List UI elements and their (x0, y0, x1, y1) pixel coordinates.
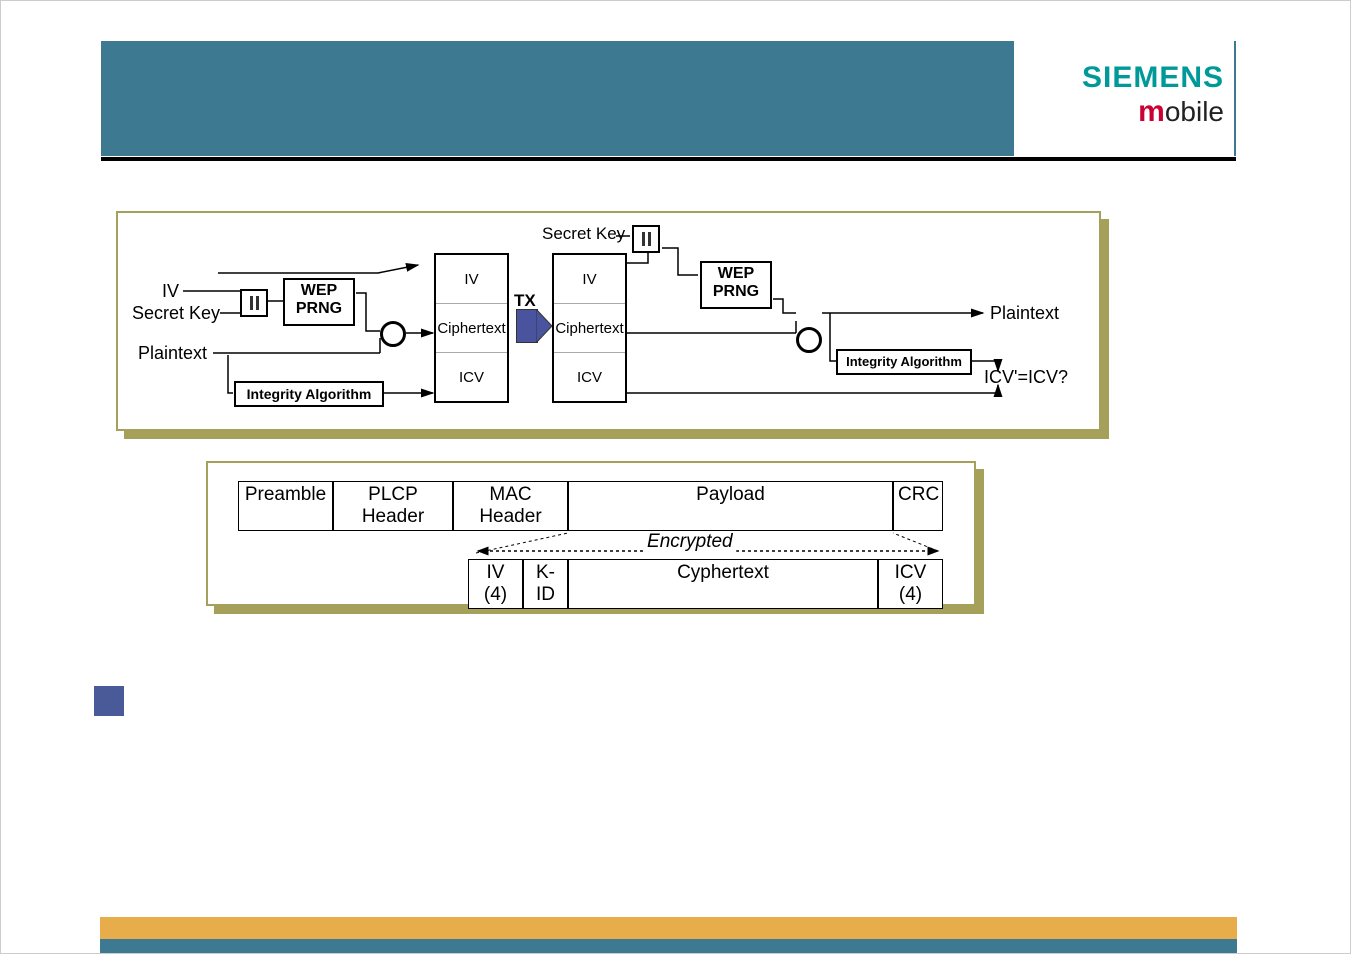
cell-iv4: IV (4) (468, 559, 523, 609)
tx-arrow-box (516, 309, 538, 343)
col-cipher-left: Ciphertext (436, 304, 507, 353)
logo-siemens: SIEMENS (1014, 61, 1224, 95)
integrity-algorithm-right: Integrity Algorithm (836, 349, 972, 375)
cell-icv4: ICV (4) (878, 559, 943, 609)
col-cipher-right: Ciphertext (554, 304, 625, 353)
bullet-square-icon (94, 686, 124, 716)
wep-diagram: IV Secret Key Plaintext WEP PRNG Integri… (116, 211, 1101, 431)
encrypted-arrows (238, 531, 948, 559)
cell-cyphertext: Cyphertext (568, 559, 878, 609)
concat-box-left (240, 289, 268, 317)
label-icv-eq: ICV'=ICV? (984, 367, 1068, 388)
cell-payload: Payload (568, 481, 893, 531)
packet-col-left: IV Ciphertext ICV (434, 253, 509, 403)
col-iv-left: IV (436, 255, 507, 304)
cell-mac: MAC Header (453, 481, 568, 531)
cell-plcp: PLCP Header (333, 481, 453, 531)
label-plaintext-left: Plaintext (138, 343, 207, 364)
cell-crc: CRC (893, 481, 943, 531)
label-secretkey-right: Secret Key (542, 224, 625, 244)
col-icv-right: ICV (554, 353, 625, 401)
xor-right (796, 327, 822, 353)
xor-left (380, 321, 406, 347)
logo-m: m (1138, 95, 1165, 128)
logo-mobile: mobile (1014, 95, 1224, 129)
logo-area: SIEMENS mobile (1014, 41, 1234, 156)
wep-prng-left: WEP PRNG (283, 278, 355, 326)
col-iv-right: IV (554, 255, 625, 304)
integrity-algorithm-left: Integrity Algorithm (234, 381, 384, 407)
label-encrypted: Encrypted (643, 531, 737, 553)
logo-obile: obile (1165, 96, 1224, 127)
tx-label: TX (514, 291, 536, 311)
cell-preamble: Preamble (238, 481, 333, 531)
cell-kid: K-ID (523, 559, 568, 609)
wep-prng-right: WEP PRNG (700, 261, 772, 309)
footer-bar-teal (100, 939, 1237, 953)
frame-diagram: Preamble PLCP Header MAC Header Payload … (206, 461, 976, 606)
header-divider (101, 157, 1236, 161)
label-iv-left: IV (162, 281, 179, 302)
frame-row-encrypted: Encrypted (238, 531, 944, 559)
packet-col-right: IV Ciphertext ICV (552, 253, 627, 403)
label-secretkey-left: Secret Key (132, 303, 220, 324)
frame-row-bottom: IV (4) K-ID Cyphertext ICV (4) (468, 559, 944, 609)
label-plaintext-right: Plaintext (990, 303, 1059, 324)
col-icv-left: ICV (436, 353, 507, 401)
frame-row-top: Preamble PLCP Header MAC Header Payload … (238, 481, 944, 531)
concat-box-right (632, 225, 660, 253)
